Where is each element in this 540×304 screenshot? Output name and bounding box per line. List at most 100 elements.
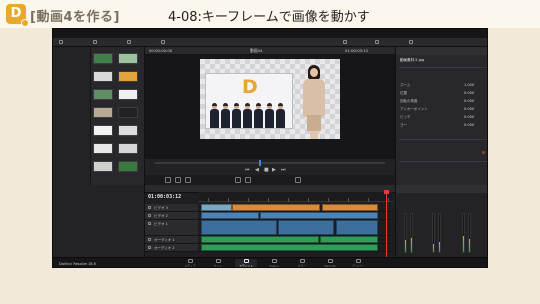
- inspector-value[interactable]: 0.000: [464, 123, 474, 127]
- timeline-clip[interactable]: [232, 204, 320, 211]
- timeline-viewer[interactable]: D: [145, 55, 395, 159]
- transport-controls: ⏮ ◀ ■ ▶ ⏭: [145, 159, 395, 185]
- divider: [399, 139, 487, 140]
- blade-tool-icon[interactable]: [185, 177, 191, 183]
- snapping-icon[interactable]: [235, 177, 241, 183]
- person: [276, 103, 285, 128]
- clip-thumbnail[interactable]: [118, 161, 138, 172]
- clip-thumbnail[interactable]: [93, 53, 113, 64]
- clip-thumbnail[interactable]: [93, 107, 113, 118]
- track-header-v2[interactable]: ビデオ 2: [145, 212, 198, 220]
- person: [210, 103, 219, 128]
- presenter: [301, 65, 327, 139]
- viewer-header: 00:00:00:00 動画04 01:00:03:12: [145, 47, 395, 55]
- zoom-icon[interactable]: [295, 177, 301, 183]
- inspector-value[interactable]: 0.000: [464, 99, 474, 103]
- person: [243, 103, 252, 128]
- page-tab-color[interactable]: カラー: [291, 259, 313, 267]
- scrubber-handle[interactable]: [259, 160, 261, 166]
- inspector-value[interactable]: 1.000: [464, 83, 474, 87]
- timeline-sidebar: [53, 185, 145, 257]
- trim-tool-icon[interactable]: [175, 177, 181, 183]
- inspector-value[interactable]: 0.000: [464, 107, 474, 111]
- page-tab-edit[interactable]: エディット: [235, 259, 257, 267]
- timeline-clip[interactable]: [201, 212, 259, 219]
- play-reverse-icon[interactable]: ◀: [255, 167, 259, 173]
- viewer-timecode-right: 01:00:03:12: [345, 48, 369, 53]
- bin-list: [53, 47, 91, 185]
- lock-icon[interactable]: [148, 222, 151, 225]
- lock-icon[interactable]: [148, 206, 151, 209]
- clip-thumbnail[interactable]: [93, 161, 113, 172]
- divider: [399, 161, 487, 162]
- timeline-clip[interactable]: [260, 212, 378, 219]
- lesson-header: D [動画4を作る] 4-08:キーフレームで画像を動かす: [0, 0, 540, 28]
- clip-thumbnail[interactable]: [118, 143, 138, 154]
- clip-thumbnail[interactable]: [118, 53, 138, 64]
- clip-thumbnail[interactable]: [118, 107, 138, 118]
- clip-thumbnail[interactable]: [118, 71, 138, 82]
- group-photo: D: [205, 73, 293, 129]
- person: [221, 103, 230, 128]
- skip-back-icon[interactable]: ⏮: [245, 167, 250, 173]
- timeline-clip[interactable]: [201, 244, 378, 251]
- divider: [399, 67, 487, 68]
- playhead[interactable]: [386, 192, 387, 267]
- page-tab-fusion[interactable]: Fusion: [263, 259, 285, 267]
- timeline-clip[interactable]: [336, 220, 378, 235]
- person: [265, 103, 274, 128]
- timeline-ruler[interactable]: [198, 192, 393, 202]
- track-label: オーディオ 2: [154, 246, 175, 250]
- inspector-label: ズーム: [400, 83, 411, 87]
- clip-thumbnail[interactable]: [118, 89, 138, 100]
- timeline-clip[interactable]: [201, 220, 277, 235]
- play-icon[interactable]: ▶: [272, 167, 276, 173]
- page-tab-media[interactable]: メディア: [179, 259, 201, 267]
- person: [232, 103, 241, 128]
- track-header-v1[interactable]: ビデオ 1: [145, 220, 198, 236]
- inspector-file-name: 動画素材-5.jpg: [400, 58, 425, 62]
- inspector-label: 回転の角度: [400, 99, 418, 103]
- selection-tool-icon[interactable]: [165, 177, 171, 183]
- sound-library-button[interactable]: [161, 39, 166, 46]
- page-tab-fairlight[interactable]: Fairlight: [319, 259, 341, 267]
- track-header-a1[interactable]: オーディオ 1: [145, 236, 198, 244]
- clip-thumbnail[interactable]: [93, 71, 113, 82]
- timeline-clip[interactable]: [320, 236, 378, 243]
- skip-forward-icon[interactable]: ⏭: [281, 167, 286, 173]
- link-icon[interactable]: [245, 177, 251, 183]
- clip-thumbnail[interactable]: [93, 125, 113, 136]
- viewer-scrubber[interactable]: [155, 160, 385, 166]
- track-header-a2[interactable]: オーディオ 2: [145, 244, 198, 252]
- mixer-button[interactable]: [343, 39, 348, 46]
- clip-thumbnail[interactable]: [93, 89, 113, 100]
- audio-meter: [432, 213, 435, 253]
- media-pool-button[interactable]: [59, 39, 64, 46]
- track-lane-a1: [198, 236, 393, 244]
- inspector-value[interactable]: 0.000: [464, 115, 474, 119]
- timeline-clip[interactable]: [201, 236, 319, 243]
- lock-icon[interactable]: [148, 238, 151, 241]
- timeline-clip[interactable]: [278, 220, 334, 235]
- page-tab-cut[interactable]: カット: [207, 259, 229, 267]
- brand-mark-icon: D: [242, 76, 258, 98]
- keyframe-icon[interactable]: [482, 151, 485, 154]
- edit-index-button[interactable]: [127, 39, 132, 46]
- lesson-title: 4-08:キーフレームで画像を動かす: [168, 10, 370, 25]
- stop-icon[interactable]: ■: [264, 167, 269, 173]
- timeline-clip[interactable]: [322, 204, 378, 211]
- inspector-value[interactable]: 0.000: [464, 91, 474, 95]
- clip-thumbnail[interactable]: [118, 125, 138, 136]
- inspector-button[interactable]: [409, 39, 414, 46]
- viewer-timecode-left: 00:00:00:00: [149, 48, 173, 53]
- page-tab-deliver[interactable]: デリバー: [347, 259, 369, 267]
- timeline-clip[interactable]: [201, 204, 232, 211]
- metadata-button[interactable]: [375, 39, 380, 46]
- track-header-v3[interactable]: ビデオ 3: [145, 204, 198, 212]
- inspector-panel: 動画素材-5.jpg ズーム 1.000 位置 0.000 回転の角度 0.00…: [395, 47, 487, 185]
- lock-icon[interactable]: [148, 246, 151, 249]
- effects-button[interactable]: [93, 39, 98, 46]
- track-label: ビデオ 3: [154, 206, 168, 210]
- lock-icon[interactable]: [148, 214, 151, 217]
- clip-thumbnail[interactable]: [93, 143, 113, 154]
